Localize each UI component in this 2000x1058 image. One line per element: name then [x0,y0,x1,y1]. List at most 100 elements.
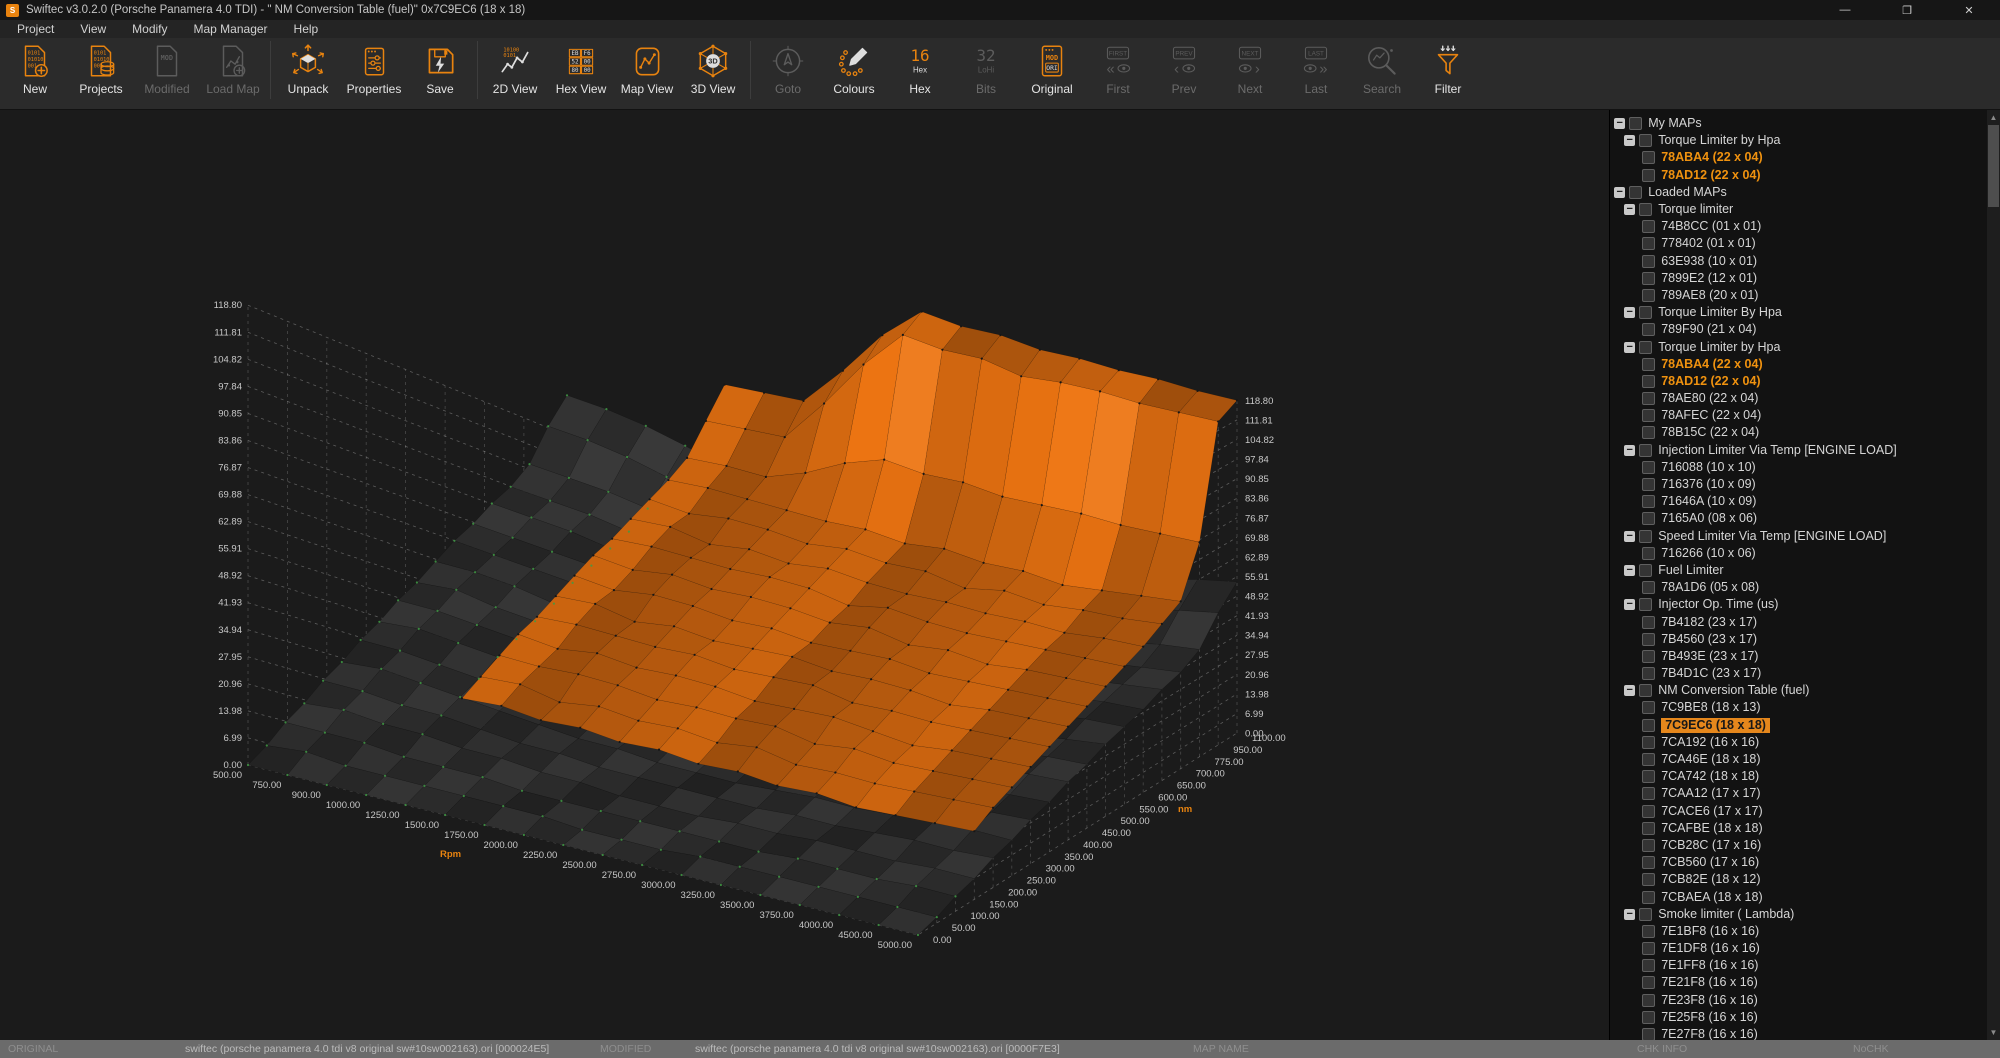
checkbox[interactable] [1642,255,1655,268]
toolbar-unpack-button[interactable]: Unpack [275,38,341,109]
checkbox[interactable] [1642,839,1655,852]
checkbox[interactable] [1642,976,1655,989]
tree-scrollbar[interactable]: ▲ ▼ [1987,110,2000,1040]
expand-collapse-icon[interactable]: − [1624,342,1635,353]
checkbox[interactable] [1642,701,1655,714]
checkbox[interactable] [1642,409,1655,422]
expand-collapse-icon[interactable]: − [1624,204,1635,215]
tree-item-7b4182-23-x-17[interactable]: 7B4182 (23 x 17) [1610,613,1987,630]
expand-collapse-icon[interactable]: − [1624,531,1635,542]
expand-collapse-icon[interactable]: − [1614,187,1625,198]
tree-item-torque-limiter-by-hpa[interactable]: −Torque Limiter by Hpa [1610,338,1987,355]
expand-collapse-icon[interactable]: − [1624,307,1635,318]
tree-item-78aba4-22-x-04[interactable]: 78ABA4 (22 x 04) [1610,149,1987,166]
tree-item-speed-limiter-via-temp-engine-load[interactable]: −Speed Limiter Via Temp [ENGINE LOAD] [1610,528,1987,545]
close-button[interactable]: ✕ [1938,0,2000,20]
scroll-up-icon[interactable]: ▲ [1987,111,2000,124]
checkbox[interactable] [1642,633,1655,646]
tree-item-7e25f8-16-x-16[interactable]: 7E25F8 (16 x 16) [1610,1009,1987,1026]
toolbar-original-button[interactable]: MODORIOriginal [1019,38,1085,109]
checkbox[interactable] [1642,237,1655,250]
minimize-button[interactable]: — [1814,0,1876,20]
toolbar-map-view-button[interactable]: Map View [614,38,680,109]
tree-item-7ca742-18-x-18[interactable]: 7CA742 (18 x 18) [1610,768,1987,785]
expand-collapse-icon[interactable]: − [1624,445,1635,456]
checkbox[interactable] [1639,530,1652,543]
tree-item-fuel-limiter[interactable]: −Fuel Limiter [1610,562,1987,579]
tree-item-7165a0-08-x-06[interactable]: 7165A0 (08 x 06) [1610,510,1987,527]
tree-item-7caa12-17-x-17[interactable]: 7CAA12 (17 x 17) [1610,785,1987,802]
tree-item-78ad12-22-x-04[interactable]: 78AD12 (22 x 04) [1610,167,1987,184]
tree-item-torque-limiter-by-hpa[interactable]: −Torque Limiter By Hpa [1610,304,1987,321]
checkbox[interactable] [1639,908,1652,921]
checkbox[interactable] [1639,203,1652,216]
tree-item-7b493e-23-x-17[interactable]: 7B493E (23 x 17) [1610,648,1987,665]
expand-collapse-icon[interactable]: − [1614,118,1625,129]
checkbox[interactable] [1642,512,1655,525]
checkbox[interactable] [1642,392,1655,405]
checkbox[interactable] [1642,289,1655,302]
checkbox[interactable] [1639,134,1652,147]
checkbox[interactable] [1642,942,1655,955]
checkbox[interactable] [1642,822,1655,835]
toolbar-2d-view-button[interactable]: 1010001012D View [482,38,548,109]
tree-item-74b8cc-01-x-01[interactable]: 74B8CC (01 x 01) [1610,218,1987,235]
expand-collapse-icon[interactable]: − [1624,565,1635,576]
tree-item-7e1ff8-16-x-16[interactable]: 7E1FF8 (16 x 16) [1610,957,1987,974]
checkbox[interactable] [1639,684,1652,697]
tree-item-smoke-limiter-lambda[interactable]: −Smoke limiter ( Lambda) [1610,906,1987,923]
tree-item-7cbaea-18-x-18[interactable]: 7CBAEA (18 x 18) [1610,888,1987,905]
toolbar-hex-button[interactable]: 16HexHex [887,38,953,109]
toolbar-properties-button[interactable]: Properties [341,38,407,109]
menu-help[interactable]: Help [281,22,332,36]
tree-item-7b4d1c-23-x-17[interactable]: 7B4D1C (23 x 17) [1610,665,1987,682]
tree-item-78b15c-22-x-04[interactable]: 78B15C (22 x 04) [1610,424,1987,441]
tree-item-78aba4-22-x-04[interactable]: 78ABA4 (22 x 04) [1610,356,1987,373]
restore-button[interactable]: ❐ [1876,0,1938,20]
toolbar-hex-view-button[interactable]: EBF652008000Hex View [548,38,614,109]
checkbox[interactable] [1639,306,1652,319]
toolbar-3d-view-button[interactable]: 3D3D View [680,38,746,109]
tree-item-716376-10-x-09[interactable]: 716376 (10 x 09) [1610,476,1987,493]
tree-item-7ca192-16-x-16[interactable]: 7CA192 (16 x 16) [1610,734,1987,751]
checkbox[interactable] [1642,805,1655,818]
checkbox[interactable] [1642,426,1655,439]
tree-item-7b4560-23-x-17[interactable]: 7B4560 (23 x 17) [1610,631,1987,648]
checkbox[interactable] [1642,736,1655,749]
tree-item-7cafbe-18-x-18[interactable]: 7CAFBE (18 x 18) [1610,820,1987,837]
checkbox[interactable] [1639,444,1652,457]
tree-item-71646a-10-x-09[interactable]: 71646A (10 x 09) [1610,493,1987,510]
checkbox[interactable] [1642,461,1655,474]
tree-item-injection-limiter-via-temp-engine-load[interactable]: −Injection Limiter Via Temp [ENGINE LOAD… [1610,442,1987,459]
expand-collapse-icon[interactable]: − [1624,599,1635,610]
checkbox[interactable] [1642,358,1655,371]
checkbox[interactable] [1642,650,1655,663]
tree-item-7e1df8-16-x-16[interactable]: 7E1DF8 (16 x 16) [1610,940,1987,957]
checkbox[interactable] [1642,495,1655,508]
checkbox[interactable] [1642,151,1655,164]
checkbox[interactable] [1642,220,1655,233]
tree-item-7ca46e-18-x-18[interactable]: 7CA46E (18 x 18) [1610,751,1987,768]
expand-collapse-icon[interactable]: − [1624,909,1635,920]
checkbox[interactable] [1642,272,1655,285]
tree-item-7cb82e-18-x-12[interactable]: 7CB82E (18 x 12) [1610,871,1987,888]
tree-item-7c9be8-18-x-13[interactable]: 7C9BE8 (18 x 13) [1610,699,1987,716]
checkbox[interactable] [1642,616,1655,629]
expand-collapse-icon[interactable]: − [1624,135,1635,146]
tree-item-7cace6-17-x-17[interactable]: 7CACE6 (17 x 17) [1610,803,1987,820]
checkbox[interactable] [1629,186,1642,199]
tree-item-778402-01-x-01[interactable]: 778402 (01 x 01) [1610,235,1987,252]
tree-item-7e23f8-16-x-16[interactable]: 7E23F8 (16 x 16) [1610,992,1987,1009]
tree-item-torque-limiter[interactable]: −Torque limiter [1610,201,1987,218]
checkbox[interactable] [1642,1028,1655,1040]
checkbox[interactable] [1642,925,1655,938]
toolbar-save-button[interactable]: Save [407,38,473,109]
tree-item-torque-limiter-by-hpa[interactable]: −Torque Limiter by Hpa [1610,132,1987,149]
tree-item-7c9ec6-18-x-18[interactable]: 7C9EC6 (18 x 18) [1610,717,1987,734]
checkbox[interactable] [1642,667,1655,680]
tree-item-7cb28c-17-x-16[interactable]: 7CB28C (17 x 16) [1610,837,1987,854]
checkbox[interactable] [1642,375,1655,388]
checkbox[interactable] [1642,169,1655,182]
toolbar-new-button[interactable]: 010101010001New [2,38,68,109]
checkbox[interactable] [1642,719,1655,732]
